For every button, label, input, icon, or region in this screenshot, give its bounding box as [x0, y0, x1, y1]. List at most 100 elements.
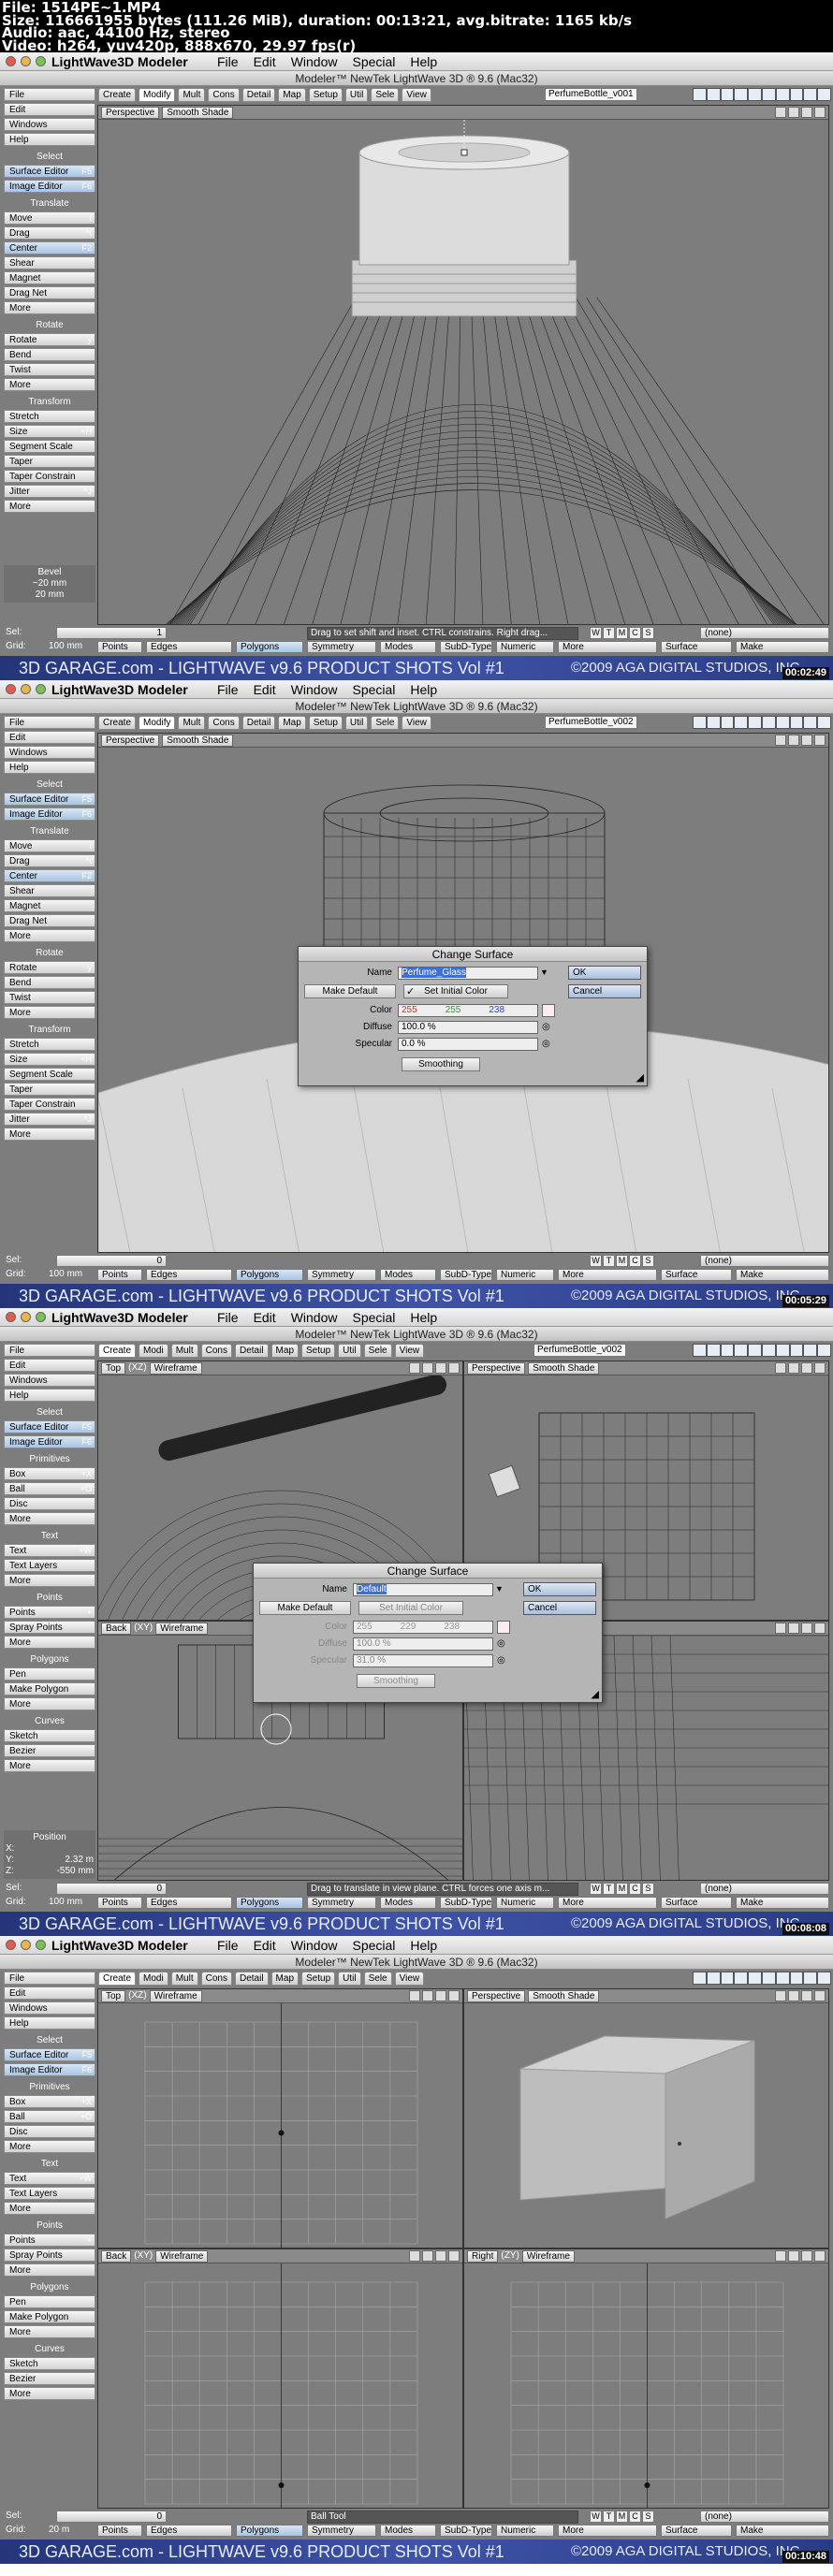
layer-button[interactable]	[693, 1344, 707, 1357]
mode-subd-type-button[interactable]: SubD-Type	[440, 2525, 492, 2537]
tool-edit-button[interactable]: Edit	[4, 731, 95, 744]
tab-modify[interactable]: Modify	[139, 88, 176, 102]
maximize-icon[interactable]	[814, 107, 826, 118]
mode-make-button[interactable]: Make	[736, 641, 829, 653]
layer-button[interactable]	[706, 1972, 721, 1985]
zoom-icon[interactable]	[435, 1362, 446, 1374]
layer-button[interactable]	[803, 1344, 818, 1357]
tool-edit-button[interactable]: Edit	[4, 1987, 95, 2000]
mode-make-button[interactable]: Make	[736, 1269, 829, 1281]
tool-file-button[interactable]: File	[4, 716, 95, 729]
color-swatch[interactable]	[497, 1621, 510, 1634]
set-initial-color-button[interactable]: Set Initial Color	[403, 984, 508, 998]
tab-sele[interactable]: Sele	[371, 716, 400, 730]
tab-sele[interactable]: Sele	[363, 1972, 392, 1986]
tool-disc-button[interactable]: Disc	[4, 2125, 95, 2138]
tab-map[interactable]: Map	[278, 88, 306, 102]
color-field[interactable]: 255 255 238	[398, 1004, 538, 1017]
tool-windows-button[interactable]: Windows	[4, 746, 95, 759]
tool-more-button[interactable]: More	[4, 1574, 95, 1587]
menu-help[interactable]: Help	[410, 54, 437, 69]
vmap-t-button[interactable]: T	[603, 2511, 615, 2523]
vmap-t-button[interactable]: T	[603, 1883, 615, 1895]
tool-help-button[interactable]: Help	[4, 761, 95, 774]
chevron-down-icon[interactable]: ▼	[540, 968, 548, 977]
tab-util[interactable]: Util	[338, 1344, 361, 1358]
tool-image-editor-button[interactable]: Image Editor F6	[4, 180, 95, 193]
vmap-selector[interactable]: (none)	[700, 1255, 829, 1267]
viewport[interactable]: Right (ZY) Wireframe	[463, 2249, 829, 2509]
vmap-c-button[interactable]: C	[629, 2511, 641, 2523]
tab-cons[interactable]: Cons	[200, 1344, 232, 1358]
layer-button[interactable]	[720, 1972, 735, 1985]
vmap-s-button[interactable]: S	[642, 1255, 654, 1267]
tool-magnet-button[interactable]: Magnet	[4, 271, 95, 284]
menu-file[interactable]: File	[217, 1938, 239, 1953]
zoom-button[interactable]	[36, 684, 46, 694]
mode-surface-button[interactable]: Surface	[661, 1269, 732, 1281]
surface-name-field[interactable]: Default	[353, 1583, 493, 1596]
smoothing-button[interactable]: Smoothing	[357, 1674, 435, 1688]
tool-image-editor-button[interactable]: Image Editor F6	[4, 2063, 95, 2076]
move-view-icon[interactable]	[775, 2250, 786, 2262]
tab-modi[interactable]: Modi	[139, 1972, 168, 1986]
tool-text-layers-button[interactable]: Text Layers	[4, 1559, 95, 1572]
tool-bend-button[interactable]: Bend	[4, 976, 95, 989]
layer-button[interactable]	[693, 716, 707, 729]
layer-button[interactable]	[706, 88, 721, 101]
mode-symmetry-button[interactable]: Symmetry	[307, 2525, 376, 2537]
layer-button[interactable]	[720, 716, 735, 729]
maximize-icon[interactable]	[814, 735, 826, 746]
tab-create[interactable]: Create	[98, 1344, 137, 1358]
mode-make-button[interactable]: Make	[736, 1897, 829, 1909]
layer-button[interactable]	[693, 1972, 707, 1985]
layer-button[interactable]	[817, 88, 831, 101]
layer-button[interactable]	[734, 1344, 749, 1357]
mode-numeric-button[interactable]: Numeric	[496, 1269, 554, 1281]
menu-file[interactable]: File	[217, 54, 239, 69]
vmap-s-button[interactable]: S	[642, 627, 654, 639]
tool-surface-editor-button[interactable]: Surface Editor F5	[4, 2048, 95, 2061]
vmap-selector[interactable]: (none)	[700, 2511, 829, 2523]
mode-surface-button[interactable]: Surface	[661, 2525, 732, 2537]
view-type-dropdown[interactable]: Perspective	[101, 735, 160, 747]
tool-surface-editor-button[interactable]: Surface Editor F5	[4, 793, 95, 806]
maximize-icon[interactable]	[448, 1362, 460, 1374]
minimize-button[interactable]	[21, 56, 31, 66]
tab-mult[interactable]: Mult	[170, 1344, 198, 1358]
menu-special[interactable]: Special	[352, 682, 395, 697]
tool-size-button[interactable]: Size +H	[4, 1053, 95, 1066]
vmap-s-button[interactable]: S	[642, 2511, 654, 2523]
resize-handle-icon[interactable]: ◢	[592, 1688, 599, 1700]
layer-button[interactable]	[803, 88, 818, 101]
menu-help[interactable]: Help	[410, 1310, 437, 1325]
envelope-icon[interactable]: ◎	[542, 1022, 550, 1032]
tab-view[interactable]: View	[394, 1344, 425, 1358]
tool-bend-button[interactable]: Bend	[4, 348, 95, 361]
tool-file-button[interactable]: File	[4, 1972, 95, 1985]
mode-more-button[interactable]: More	[558, 2525, 657, 2537]
minimize-button[interactable]	[21, 684, 31, 694]
smoothing-button[interactable]: Smoothing	[402, 1057, 480, 1071]
mode-edges-button[interactable]: Edges	[146, 641, 232, 653]
mode-polygons-button[interactable]: Polygons	[236, 1897, 303, 1909]
tab-create[interactable]: Create	[98, 1972, 137, 1986]
rotate-view-icon[interactable]	[788, 735, 799, 746]
chevron-down-icon[interactable]: ▼	[495, 1584, 504, 1594]
tool-more-button[interactable]: More	[4, 1759, 95, 1772]
tool-bezier-button[interactable]: Bezier	[4, 1744, 95, 1757]
tab-detail[interactable]: Detail	[234, 1972, 269, 1986]
tool-make-polygon-button[interactable]: Make Polygon	[4, 2310, 95, 2323]
menu-file[interactable]: File	[217, 682, 239, 697]
tab-mult[interactable]: Mult	[178, 88, 206, 102]
tab-detail[interactable]: Detail	[241, 88, 276, 102]
menu-edit[interactable]: Edit	[254, 54, 276, 69]
tool-taper-constrain-button[interactable]: Taper Constrain	[4, 1098, 95, 1111]
set-initial-color-button[interactable]: Set Initial Color	[358, 1601, 463, 1615]
tab-detail[interactable]: Detail	[234, 1344, 269, 1358]
mode-polygons-button[interactable]: Polygons	[236, 1269, 303, 1281]
tool-center-button[interactable]: Center F2	[4, 869, 95, 882]
tool-move-button[interactable]: Move t	[4, 839, 95, 852]
zoom-icon[interactable]	[801, 2250, 812, 2262]
color-field[interactable]: 255 229 238	[353, 1621, 493, 1634]
